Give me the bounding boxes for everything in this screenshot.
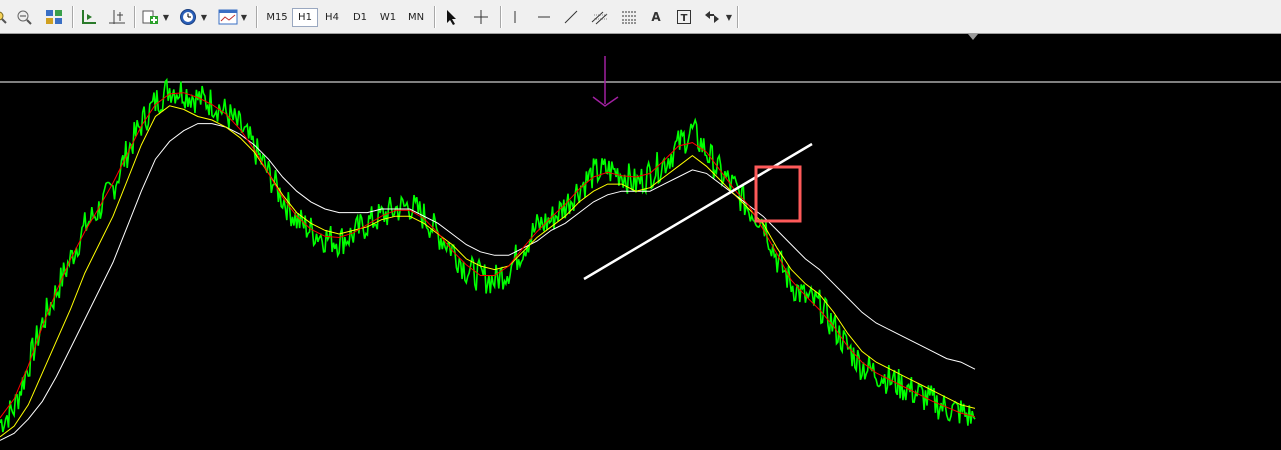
timeframe-h4[interactable]: H4 — [319, 8, 345, 27]
templates-icon[interactable] — [217, 7, 239, 27]
tile-windows-icon[interactable] — [44, 7, 64, 27]
vertical-line-icon[interactable] — [506, 7, 524, 27]
moving-average-fast — [0, 92, 976, 419]
timeframe-h1[interactable]: H1 — [292, 8, 318, 27]
trendline-tool-icon[interactable] — [561, 7, 581, 27]
text-label-tool-icon[interactable]: T — [674, 7, 694, 27]
periods-clock-icon[interactable] — [178, 7, 198, 27]
text-tool-icon[interactable]: A — [647, 7, 665, 27]
arrows-dropdown-chevron-down-icon[interactable]: ▼ — [725, 7, 733, 27]
moving-average-mid — [0, 105, 976, 438]
templates-dropdown-chevron-down-icon[interactable]: ▼ — [240, 7, 248, 27]
timeframe-d1[interactable]: D1 — [347, 8, 373, 27]
crosshair-icon[interactable] — [471, 7, 491, 27]
auto-scroll-icon[interactable] — [107, 7, 127, 27]
equidistant-channel-icon[interactable] — [589, 7, 611, 27]
price-chart-area[interactable] — [0, 34, 1281, 450]
indicators-icon[interactable] — [141, 7, 161, 27]
zoom-out-icon[interactable] — [15, 7, 35, 27]
horizontal-line-icon[interactable] — [534, 7, 554, 27]
periods-dropdown-chevron-down-icon[interactable]: ▼ — [200, 7, 208, 27]
timeframe-mn[interactable]: MN — [403, 8, 429, 27]
chart-toolbar: ▼ ▼ ▼ M15 H1 H4 D1 W1 MN A T ▼ — [0, 0, 1281, 34]
price-series-group — [0, 77, 976, 433]
fibonacci-retracement-icon[interactable] — [618, 7, 640, 27]
price-chart[interactable] — [0, 34, 1281, 450]
highlight-rectangle[interactable] — [754, 165, 802, 223]
timeframe-w1[interactable]: W1 — [375, 8, 401, 27]
arrows-tool-icon[interactable] — [701, 7, 723, 27]
indicators-dropdown-chevron-down-icon[interactable]: ▼ — [162, 7, 170, 27]
price-series-line — [0, 77, 976, 433]
chart-shift-icon[interactable] — [79, 7, 99, 27]
timeframe-m15[interactable]: M15 — [263, 8, 291, 27]
zoom-in-icon[interactable] — [0, 7, 8, 27]
svg-text:T: T — [681, 13, 688, 24]
down-arrow-icon[interactable] — [592, 56, 619, 107]
chart-shift-marker[interactable] — [968, 34, 978, 40]
cursor-arrow-icon[interactable] — [442, 7, 462, 27]
